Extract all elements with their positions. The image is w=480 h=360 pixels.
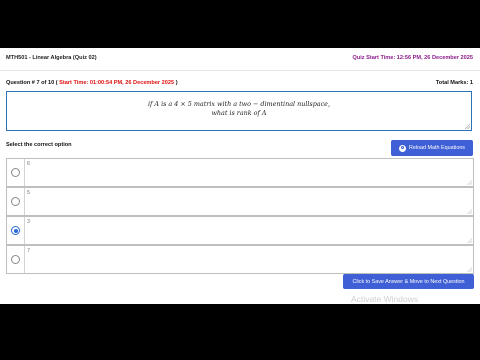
option-2-text[interactable]: 5 <box>27 190 30 196</box>
question-number-prefix: Question # 7 of 10 ( <box>6 80 58 86</box>
question-text: if A is a 4 × 5 matrix with a two − dime… <box>7 100 471 118</box>
question-text-line-1: if A is a 4 × 5 matrix with a two − dime… <box>147 100 330 108</box>
quiz-start-time: Quiz Start Time: 12:56 PM, 26 December 2… <box>352 55 473 61</box>
option-2-radio[interactable] <box>11 197 20 206</box>
resize-handle-icon[interactable] <box>467 267 472 272</box>
option-1-radio-cell <box>7 159 25 186</box>
select-option-label: Select the correct option <box>6 142 72 148</box>
reload-math-button[interactable]: Reload Math Equations <box>391 140 473 156</box>
option-3-radio[interactable] <box>11 226 20 235</box>
option-3[interactable]: 3 <box>6 216 474 245</box>
option-2[interactable]: 5 <box>6 187 474 216</box>
option-4-radio[interactable] <box>11 255 20 264</box>
option-1-radio[interactable] <box>11 168 20 177</box>
reload-math-label: Reload Math Equations <box>408 145 466 151</box>
option-1[interactable]: 6 <box>6 158 474 187</box>
question-number: Question # 7 of 10 ( Start Time: 01:00:5… <box>6 80 178 86</box>
resize-handle-icon[interactable] <box>464 123 470 129</box>
save-next-button[interactable]: Click to Save Answer & Move to Next Ques… <box>343 274 474 289</box>
option-2-radio-cell <box>7 188 25 215</box>
option-3-radio-cell <box>7 217 25 244</box>
question-box: if A is a 4 × 5 matrix with a two − dime… <box>6 91 472 131</box>
question-text-line-2: what is rank of A <box>211 109 267 117</box>
resize-handle-icon[interactable] <box>467 209 472 214</box>
question-number-suffix: ) <box>175 80 178 86</box>
option-4-text[interactable]: 7 <box>27 248 30 254</box>
resize-handle-icon[interactable] <box>467 238 472 243</box>
resize-handle-icon[interactable] <box>467 180 472 185</box>
top-bar: MTH501 - Linear Algebra (Quiz 02) Quiz S… <box>0 48 480 71</box>
reload-icon <box>398 144 406 152</box>
option-4[interactable]: 7 <box>6 245 474 274</box>
activate-windows-watermark: Activate Windows <box>351 294 419 304</box>
option-1-text[interactable]: 6 <box>27 161 30 167</box>
option-4-radio-cell <box>7 246 25 273</box>
question-start-time: Start Time: 01:00:54 PM, 26 December 202… <box>59 80 175 86</box>
option-3-text[interactable]: 3 <box>27 219 30 225</box>
course-title: MTH501 - Linear Algebra (Quiz 02) <box>6 55 97 61</box>
quiz-screen: MTH501 - Linear Algebra (Quiz 02) Quiz S… <box>0 48 480 304</box>
total-marks: Total Marks: 1 <box>435 80 473 86</box>
